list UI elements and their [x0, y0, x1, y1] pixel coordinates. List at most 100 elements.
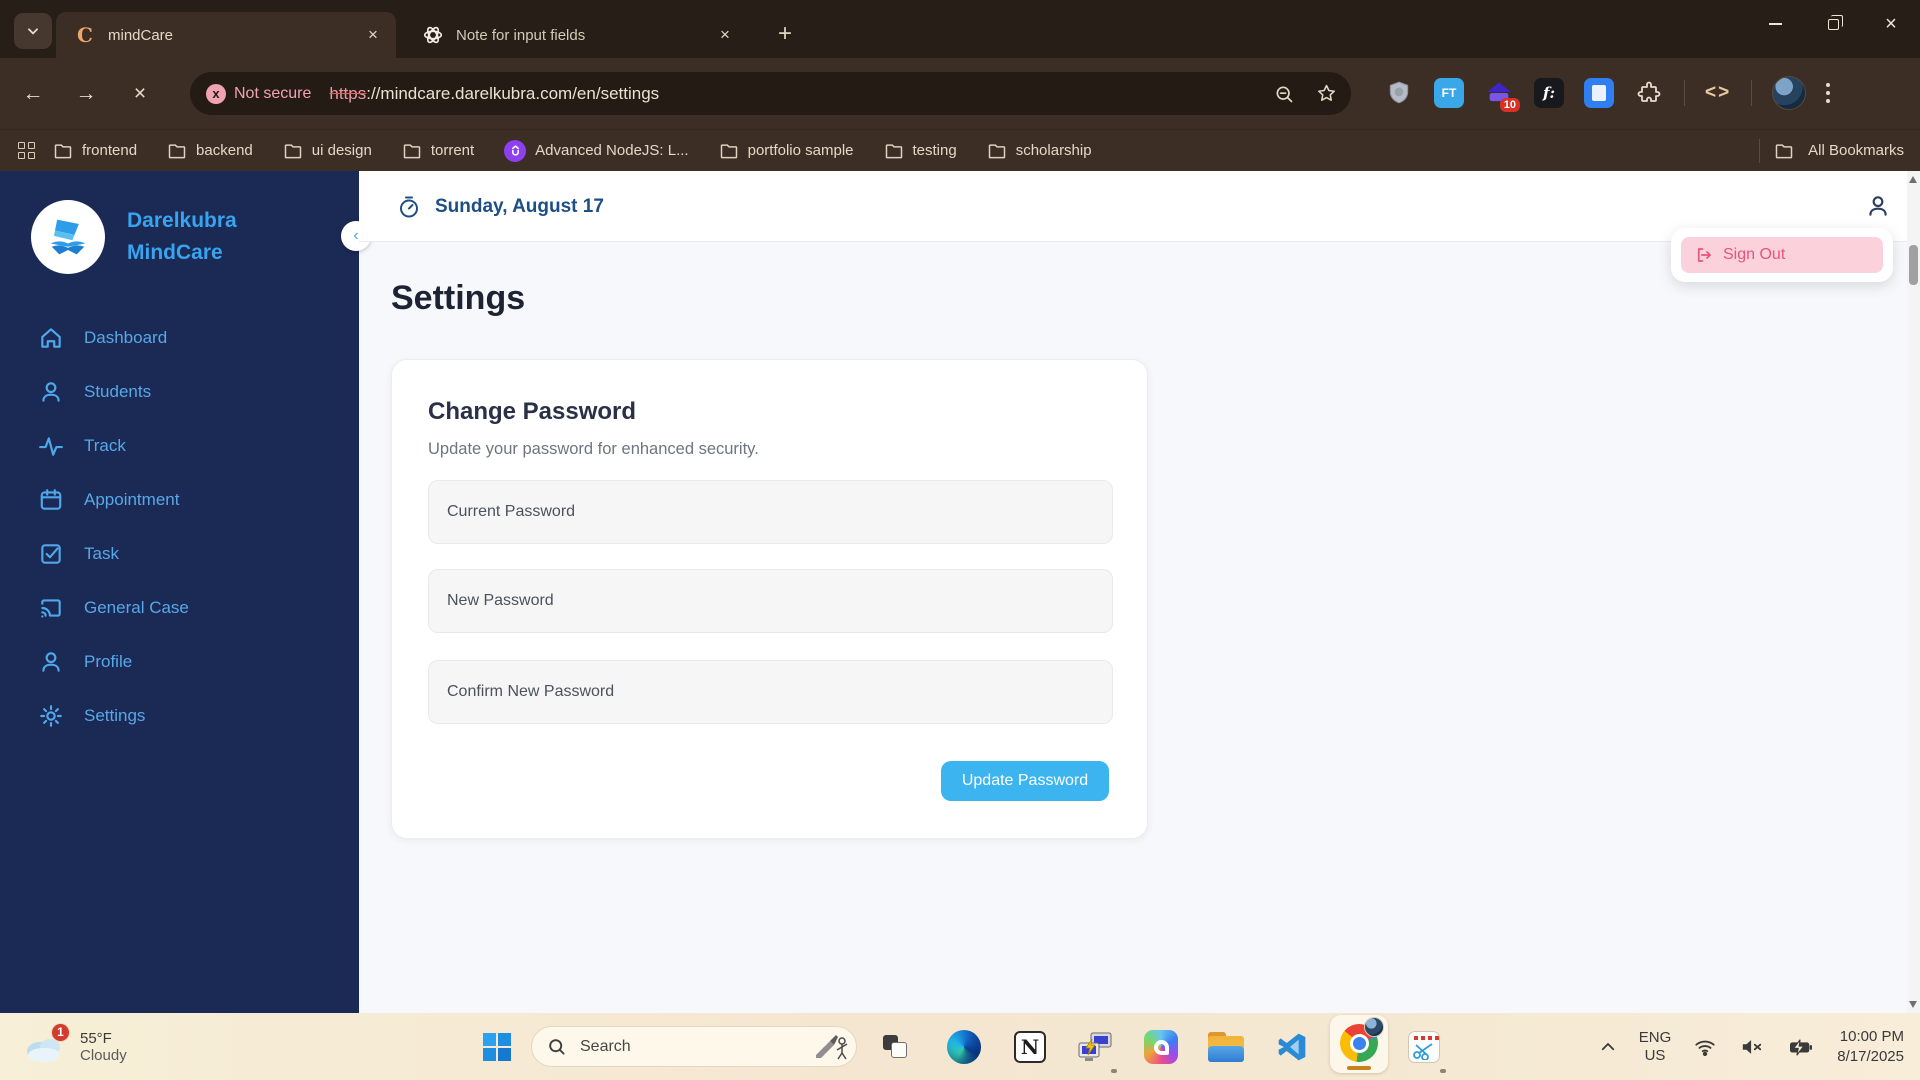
restore-button[interactable]: [1804, 0, 1862, 48]
remote-desktop-icon[interactable]: [1076, 1028, 1114, 1066]
bookmark-star-icon[interactable]: [1316, 83, 1337, 104]
sidebar-item-profile[interactable]: Profile: [0, 635, 359, 689]
security-chip[interactable]: x Not secure: [206, 83, 311, 104]
sidebar-item-track[interactable]: Track: [0, 419, 359, 473]
snipping-tool-icon[interactable]: [1405, 1028, 1443, 1066]
purple-extension-icon[interactable]: 10: [1484, 78, 1520, 112]
scroll-down-arrow[interactable]: [1909, 1001, 1917, 1008]
activity-icon: [39, 437, 63, 456]
card-title: Change Password: [428, 398, 637, 425]
wifi-icon[interactable]: [1693, 1036, 1717, 1058]
sidebar-item-label: Task: [84, 544, 119, 563]
bookmark-advanced-nodejs[interactable]: Advanced NodeJS: L...: [504, 139, 689, 162]
tab-note-for-input-fields[interactable]: Note for input fields ×: [404, 12, 748, 58]
edge-icon[interactable]: [945, 1028, 983, 1066]
sidebar-item-students[interactable]: Students: [0, 365, 359, 419]
url-rest: ://mindcare.darelkubra.com/en/settings: [366, 83, 660, 103]
url-scheme: https: [329, 83, 367, 103]
tab-close-icon[interactable]: ×: [712, 22, 738, 48]
fontface-extension-icon[interactable]: f:: [1534, 78, 1564, 108]
bookmark-testing[interactable]: testing: [884, 141, 957, 161]
confirm-password-input[interactable]: [428, 660, 1113, 724]
browser-menu-icon[interactable]: [1826, 83, 1831, 103]
current-password-input[interactable]: [428, 480, 1113, 544]
language-indicator[interactable]: ENG US: [1639, 1029, 1672, 1065]
sign-out-icon: [1697, 248, 1711, 262]
extensions-puzzle-icon[interactable]: [1634, 78, 1664, 108]
devtools-code-icon[interactable]: <>: [1705, 82, 1731, 104]
profile-avatar[interactable]: [1772, 76, 1807, 110]
check-square-icon: [41, 544, 61, 564]
minimize-icon: [1768, 23, 1782, 25]
bookmark-ui-design[interactable]: ui design: [283, 141, 372, 161]
start-button[interactable]: [478, 1028, 516, 1066]
back-button[interactable]: ←: [15, 76, 51, 112]
minimize-button[interactable]: [1746, 0, 1804, 48]
scroll-up-arrow[interactable]: [1909, 176, 1917, 183]
file-explorer-icon[interactable]: [1207, 1028, 1245, 1066]
taskbar-search[interactable]: Search: [531, 1026, 857, 1067]
task-view-button[interactable]: [876, 1028, 914, 1066]
new-tab-button[interactable]: +: [768, 17, 802, 51]
bookmark-torrent[interactable]: torrent: [402, 141, 474, 161]
bookmark-portfolio-sample[interactable]: portfolio sample: [719, 141, 854, 161]
forward-button[interactable]: →: [68, 76, 104, 112]
chrome-taskbar-button[interactable]: [1330, 1015, 1388, 1073]
zoom-icon[interactable]: [1274, 84, 1294, 104]
system-tray: ENG US 10:00 PM 8/17/2025: [1599, 1013, 1920, 1080]
not-secure-icon: x: [206, 83, 226, 104]
extension-badge: 10: [1499, 98, 1520, 112]
weather-widget[interactable]: 1 55°F Cloudy: [22, 1013, 127, 1080]
new-password-input[interactable]: [428, 569, 1113, 633]
sidebar-item-appointment[interactable]: Appointment: [0, 473, 359, 527]
bookmark-label: ui design: [311, 142, 372, 159]
bookmark-label: scholarship: [1015, 142, 1092, 159]
windows-taskbar: 1 55°F Cloudy Search N ENG US 10:00 PM 8…: [0, 1013, 1920, 1080]
home-icon: [41, 328, 61, 348]
sidebar-item-settings[interactable]: Settings: [0, 689, 359, 743]
sidebar-item-label: Dashboard: [84, 328, 168, 347]
tab-search-button[interactable]: [14, 13, 52, 49]
all-bookmarks[interactable]: All Bookmarks: [1759, 138, 1904, 163]
apps-grid-icon[interactable]: [18, 142, 35, 159]
sidebar-item-label: Track: [84, 436, 126, 455]
tab-mindcare[interactable]: C mindCare ×: [56, 12, 396, 58]
clock[interactable]: 10:00 PM 8/17/2025: [1837, 1027, 1904, 1067]
sidebar-item-general-case[interactable]: General Case: [0, 581, 359, 635]
blue-extension-icon[interactable]: [1584, 78, 1614, 108]
gear-icon: [40, 705, 62, 727]
scrollbar-thumb[interactable]: [1909, 245, 1918, 285]
brand: Darelkubra MindCare: [31, 200, 237, 274]
close-button[interactable]: ×: [1862, 0, 1920, 48]
bookmark-scholarship[interactable]: scholarship: [987, 141, 1092, 161]
tray-chevron-up-icon[interactable]: [1599, 1038, 1617, 1056]
bookmark-label: Advanced NodeJS: L...: [535, 142, 689, 159]
bookmark-frontend[interactable]: frontend: [53, 141, 137, 161]
tab-title: Note for input fields: [456, 26, 586, 44]
search-icon: [549, 1039, 565, 1055]
shield-extension-icon[interactable]: [1384, 78, 1414, 108]
tab-close-icon[interactable]: ×: [360, 22, 386, 48]
copilot-icon[interactable]: [1142, 1028, 1180, 1066]
battery-charging-icon[interactable]: [1787, 1036, 1815, 1058]
folder-icon: [720, 143, 737, 158]
toolbar-separator: [1751, 80, 1753, 106]
notion-icon[interactable]: N: [1011, 1028, 1049, 1066]
vscode-icon[interactable]: [1273, 1028, 1311, 1066]
page-scrollbar[interactable]: [1907, 171, 1920, 1013]
sign-out-button[interactable]: Sign Out: [1681, 237, 1883, 273]
search-placeholder: Search: [580, 1037, 631, 1055]
user-menu-button[interactable]: [1865, 193, 1891, 224]
stop-loading-button[interactable]: ×: [122, 76, 158, 112]
address-bar[interactable]: x Not secure https://mindcare.darelkubra…: [190, 72, 1351, 115]
time-label: 10:00 PM: [1839, 1027, 1904, 1045]
ft-extension-icon[interactable]: FT: [1434, 78, 1464, 108]
folder-icon: [284, 143, 302, 158]
update-password-button[interactable]: Update Password: [941, 761, 1109, 801]
folder-icon: [988, 143, 1005, 158]
sidebar-item-task[interactable]: Task: [0, 527, 359, 581]
sidebar-item-dashboard[interactable]: Dashboard: [0, 311, 359, 365]
bookmark-backend[interactable]: backend: [167, 141, 253, 161]
user-icon: [42, 652, 60, 672]
volume-muted-icon[interactable]: [1739, 1036, 1765, 1058]
